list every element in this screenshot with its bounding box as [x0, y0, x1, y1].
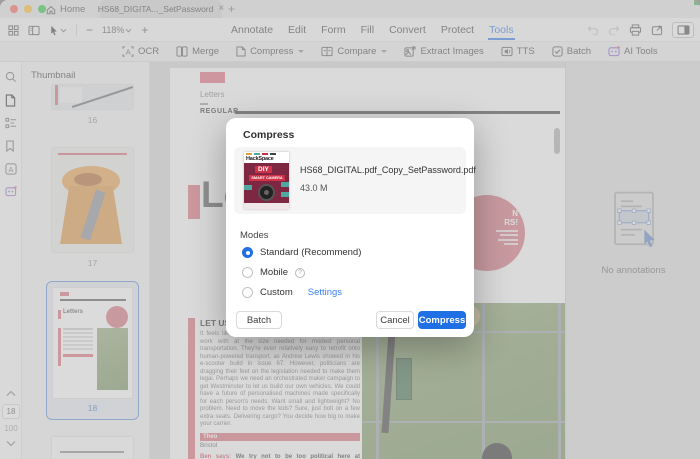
mode-option-standard[interactable]: Standard (Recommend)	[242, 247, 361, 258]
mode-option-mobile[interactable]: Mobile ?	[242, 267, 305, 278]
radio-icon[interactable]	[242, 267, 253, 278]
dialog-title: Compress	[243, 129, 294, 141]
app-window: Home HS68_DIGITA..._SetPassword × + − 11…	[0, 0, 700, 459]
batch-button-dialog[interactable]: Batch	[236, 311, 282, 329]
radio-icon[interactable]	[242, 287, 253, 298]
file-size: 43.0 M	[300, 183, 328, 193]
file-name: HS68_DIGITAL.pdf_Copy_SetPassword.pdf	[300, 165, 476, 175]
file-card: HackSpace DIY SMART CAMERA HS68_DIGITAL.…	[234, 147, 466, 214]
modes-label: Modes	[240, 230, 269, 241]
radio-selected-icon[interactable]	[242, 247, 253, 258]
file-cover-thumbnail: HackSpace DIY SMART CAMERA	[244, 152, 289, 209]
info-icon[interactable]: ?	[295, 268, 305, 278]
cancel-button[interactable]: Cancel	[376, 311, 414, 329]
compress-dialog: Compress HackSpace DIY SMART CAMERA HS68…	[226, 118, 474, 337]
compress-confirm-button[interactable]: Compress	[418, 311, 466, 329]
mode-option-custom[interactable]: Custom Settings	[242, 287, 342, 298]
settings-link[interactable]: Settings	[308, 287, 342, 298]
